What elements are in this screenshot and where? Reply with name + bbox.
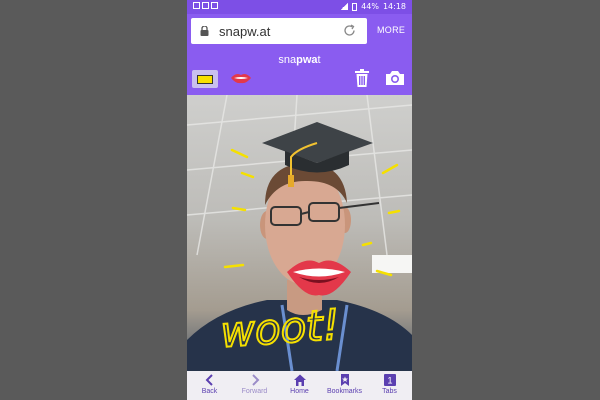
notification-icon — [211, 2, 218, 9]
more-button[interactable]: MORE — [377, 25, 405, 35]
tabs-icon: 1 — [383, 374, 396, 386]
nav-label: Back — [201, 388, 218, 395]
nav-forward-button[interactable]: Forward — [232, 371, 277, 400]
lock-icon — [200, 26, 209, 36]
lips-sticker-icon[interactable] — [230, 71, 252, 85]
bookmark-icon — [340, 374, 349, 386]
app-title-suffix: t — [317, 54, 321, 66]
url-text: snapw.at — [219, 24, 271, 39]
nav-home-button[interactable]: Home — [277, 371, 322, 400]
home-icon — [293, 374, 306, 386]
photo-canvas: woot! — [187, 95, 412, 371]
battery-icon — [352, 2, 358, 11]
tabs-count: 1 — [387, 376, 392, 386]
trash-icon[interactable] — [353, 68, 371, 88]
browser-bottom-nav: Back Forward Home Bookmarks 1 Tabs — [187, 371, 412, 400]
nav-label: Bookmarks — [326, 388, 362, 395]
app-title-bold: pwa — [296, 54, 318, 66]
app-title-prefix: sna — [278, 54, 297, 66]
nav-label: Forward — [241, 388, 268, 395]
notification-icon — [193, 2, 200, 9]
battery-percent: 44% — [361, 2, 379, 11]
status-indicators: 44% 14:18 — [340, 2, 406, 11]
reload-icon[interactable] — [342, 23, 357, 38]
forward-icon — [251, 374, 259, 386]
nav-back-button[interactable]: Back — [187, 371, 232, 400]
nav-label: Tabs — [382, 388, 397, 395]
back-icon — [205, 374, 213, 386]
browser-toolbar: snapw.at MORE — [187, 18, 412, 44]
notification-icon — [202, 2, 209, 9]
camera-icon[interactable] — [385, 68, 405, 88]
color-swatch — [197, 75, 213, 84]
app-title: snapwat — [187, 54, 412, 66]
color-picker-button[interactable] — [192, 70, 218, 88]
address-bar[interactable]: snapw.at — [191, 18, 367, 44]
camera-viewport[interactable]: woot! — [187, 95, 412, 371]
nav-tabs-button[interactable]: 1 Tabs — [367, 371, 412, 400]
phone-screen: 44% 14:18 snapw.at MORE snapwat woot! Ba… — [187, 0, 412, 400]
nav-label: Home — [290, 388, 309, 395]
clock: 14:18 — [382, 2, 406, 11]
status-bar: 44% 14:18 — [187, 0, 412, 14]
nav-bookmarks-button[interactable]: Bookmarks — [322, 371, 367, 400]
notification-icons — [193, 2, 218, 9]
doodle-text: woot! — [219, 300, 341, 357]
app-toolbar: snapwat — [187, 46, 412, 94]
signal-icon — [340, 3, 349, 10]
